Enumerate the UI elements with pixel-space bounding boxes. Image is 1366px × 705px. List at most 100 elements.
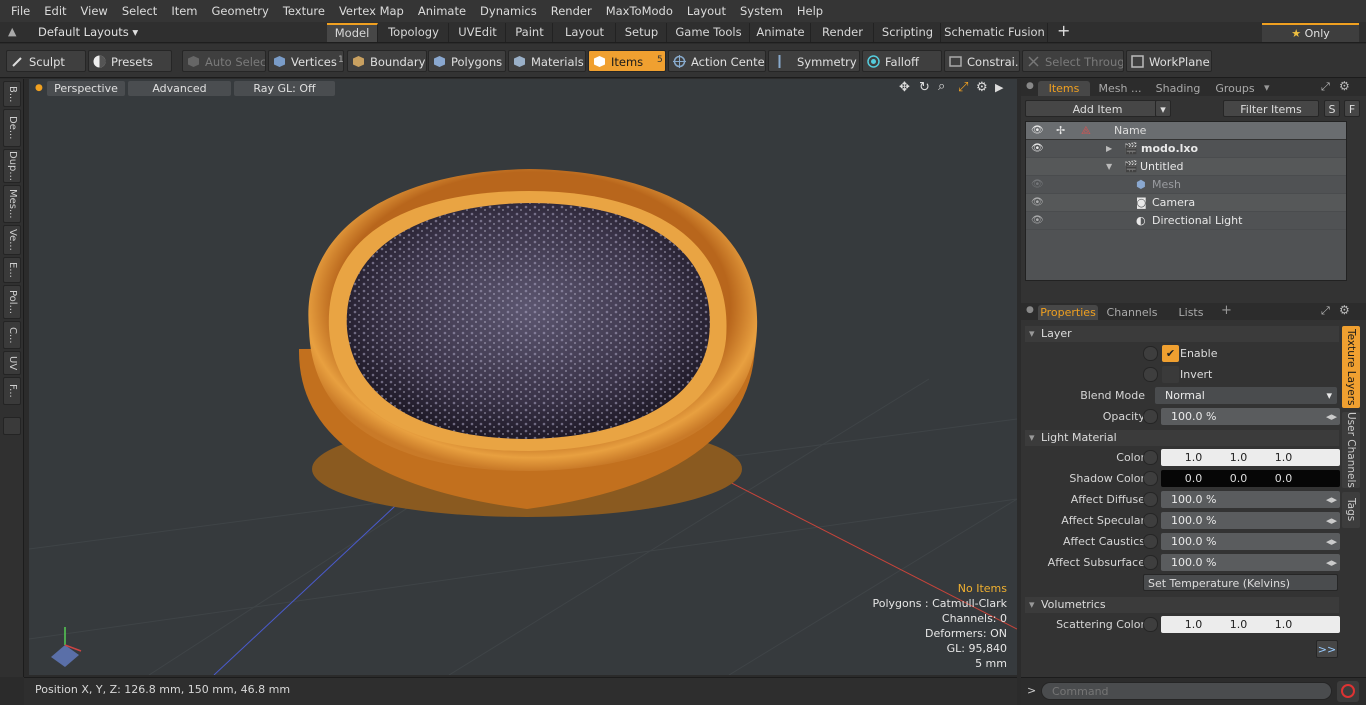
visibility-eye-icon[interactable]: 👁 xyxy=(1031,140,1044,158)
opacity-reset-dot[interactable] xyxy=(1143,409,1158,424)
tab-groups[interactable]: Groups xyxy=(1208,81,1262,96)
select-through-button[interactable]: Select Through xyxy=(1022,50,1124,72)
filter-items-input[interactable]: Filter Items xyxy=(1223,100,1319,117)
raygl-dropdown[interactable]: Ray GL: Off xyxy=(234,81,335,96)
panel-menu-dot-icon[interactable]: ● xyxy=(1026,81,1034,91)
shadow-color-field[interactable]: 0.0 0.0 0.0 xyxy=(1161,470,1340,487)
left-tab-vertex[interactable]: Ve... xyxy=(3,225,21,255)
add-tab-button[interactable]: + xyxy=(1057,21,1070,40)
play-arrow-icon[interactable]: ▶ xyxy=(995,81,1003,94)
render-column-icon[interactable]: ⟁ xyxy=(1081,122,1091,140)
rotate-view-icon[interactable]: ↻ xyxy=(919,80,930,95)
affect-subsurface-field[interactable]: 100.0 % ◂▸ xyxy=(1161,554,1340,571)
layouts-dropdown[interactable]: Default Layouts ▾ xyxy=(38,22,138,42)
items-button[interactable]: Items xyxy=(588,50,666,72)
menu-item[interactable]: Item xyxy=(164,0,204,22)
left-tab-edge[interactable]: E... xyxy=(3,257,21,283)
tab-render[interactable]: Render xyxy=(812,23,874,42)
filter-f-button[interactable]: F xyxy=(1344,100,1360,117)
slider-arrows-icon[interactable]: ◂▸ xyxy=(1326,533,1337,550)
action-center-button[interactable]: Action Center xyxy=(668,50,766,72)
menu-select[interactable]: Select xyxy=(115,0,164,22)
opacity-field[interactable]: 100.0 % ◂▸ xyxy=(1161,408,1340,425)
shadow-color-reset-dot[interactable] xyxy=(1143,471,1158,486)
collapse-arrow-icon[interactable]: ▼ xyxy=(1106,158,1112,176)
layer-section-header[interactable]: Layer xyxy=(1025,326,1339,342)
menu-vertex-map[interactable]: Vertex Map xyxy=(332,0,411,22)
menu-help[interactable]: Help xyxy=(790,0,830,22)
constraints-button[interactable]: Constrai... xyxy=(944,50,1020,72)
advanced-dropdown[interactable]: Advanced xyxy=(128,81,231,96)
tab-setup[interactable]: Setup xyxy=(617,23,667,42)
affect-specular-field[interactable]: 100.0 % ◂▸ xyxy=(1161,512,1340,529)
record-button[interactable] xyxy=(1337,681,1359,702)
left-tab-fusion[interactable]: F... xyxy=(3,377,21,405)
polygons-button[interactable]: Polygons xyxy=(428,50,506,72)
tab-animate[interactable]: Animate xyxy=(751,23,811,42)
left-tab-mesh[interactable]: Mes... xyxy=(3,185,21,223)
add-item-dropdown[interactable]: Add Item xyxy=(1025,100,1170,117)
menu-animate[interactable]: Animate xyxy=(411,0,473,22)
boundary-button[interactable]: Boundary xyxy=(347,50,427,72)
invert-checkbox[interactable] xyxy=(1162,366,1179,383)
volumetrics-section-header[interactable]: Volumetrics xyxy=(1025,597,1339,613)
workplane-button[interactable]: WorkPlane xyxy=(1126,50,1212,72)
slider-arrows-icon[interactable]: ◂▸ xyxy=(1326,491,1337,508)
menu-layout[interactable]: Layout xyxy=(680,0,733,22)
panel-gear-icon[interactable]: ⚙ xyxy=(1339,79,1350,93)
side-tab-texture-layers[interactable]: Texture Layers xyxy=(1342,326,1360,408)
panel-expand-icon[interactable]: ⤢ xyxy=(1321,80,1330,94)
list-item[interactable]: 👁 ▶ 🎬 modo.lxo xyxy=(1026,140,1346,158)
color-field[interactable]: 1.0 1.0 1.0 xyxy=(1161,449,1340,466)
tab-lists[interactable]: Lists xyxy=(1166,305,1216,320)
light-material-section-header[interactable]: Light Material xyxy=(1025,430,1339,446)
scattering-color-reset-dot[interactable] xyxy=(1143,617,1158,632)
slider-arrows-icon[interactable]: ◂▸ xyxy=(1326,512,1337,529)
set-temperature-button[interactable]: Set Temperature (Kelvins) xyxy=(1143,574,1338,591)
gear-icon[interactable]: ⚙ xyxy=(976,80,988,95)
only-toggle[interactable]: ★ Only xyxy=(1262,23,1359,42)
more-button[interactable]: >> xyxy=(1316,640,1338,658)
left-tab-uv[interactable]: UV xyxy=(3,351,21,375)
menu-file[interactable]: File xyxy=(4,0,37,22)
menu-render[interactable]: Render xyxy=(544,0,599,22)
left-tab-extra[interactable] xyxy=(3,417,21,435)
vertices-button[interactable]: Vertices xyxy=(268,50,344,72)
move-view-icon[interactable]: ✥ xyxy=(899,80,910,95)
collapse-arrow-icon[interactable]: ▲ xyxy=(8,25,16,38)
symmetry-button[interactable]: Symmetry xyxy=(768,50,860,72)
tab-game-tools[interactable]: Game Tools xyxy=(668,23,750,42)
tab-model[interactable]: Model xyxy=(327,23,378,42)
tab-properties[interactable]: Properties xyxy=(1038,305,1098,320)
scattering-color-field[interactable]: 1.0 1.0 1.0 xyxy=(1161,616,1340,633)
visibility-eye-icon[interactable]: 👁 xyxy=(1031,194,1044,212)
add-item-chevron-icon[interactable]: ▾ xyxy=(1155,100,1171,117)
auto-select-button[interactable]: Auto Select xyxy=(182,50,266,72)
affect-caustics-reset-dot[interactable] xyxy=(1143,534,1158,549)
menu-view[interactable]: View xyxy=(74,0,115,22)
list-item[interactable]: 👁 ⬢ Mesh xyxy=(1026,176,1346,194)
tab-items[interactable]: Items xyxy=(1038,81,1090,96)
list-item[interactable]: ▼ 🎬 Untitled xyxy=(1026,158,1346,176)
enable-checkbox[interactable]: ✔ xyxy=(1162,345,1179,362)
filter-s-button[interactable]: S xyxy=(1324,100,1340,117)
left-tab-curve[interactable]: C... xyxy=(3,321,21,349)
invert-reset-dot[interactable] xyxy=(1143,367,1158,382)
tabs-overflow-icon[interactable]: ▾ xyxy=(1264,81,1270,94)
command-input[interactable] xyxy=(1041,682,1332,700)
sculpt-button[interactable]: Sculpt xyxy=(6,50,86,72)
presets-button[interactable]: Presets xyxy=(88,50,172,72)
visibility-eye-icon[interactable]: 👁 xyxy=(1031,212,1044,230)
tab-shading[interactable]: Shading xyxy=(1150,81,1206,96)
perspective-dropdown[interactable]: Perspective xyxy=(47,81,125,96)
menu-geometry[interactable]: Geometry xyxy=(205,0,276,22)
menu-dynamics[interactable]: Dynamics xyxy=(473,0,544,22)
panel-gear-icon[interactable]: ⚙ xyxy=(1339,303,1350,317)
enable-reset-dot[interactable] xyxy=(1143,346,1158,361)
tab-scripting[interactable]: Scripting xyxy=(875,23,941,42)
affect-caustics-field[interactable]: 100.0 % ◂▸ xyxy=(1161,533,1340,550)
materials-button[interactable]: Materials xyxy=(508,50,586,72)
name-column-header[interactable]: Name xyxy=(1114,122,1146,140)
menu-texture[interactable]: Texture xyxy=(276,0,332,22)
list-item[interactable]: 👁 ◐ Directional Light xyxy=(1026,212,1346,230)
